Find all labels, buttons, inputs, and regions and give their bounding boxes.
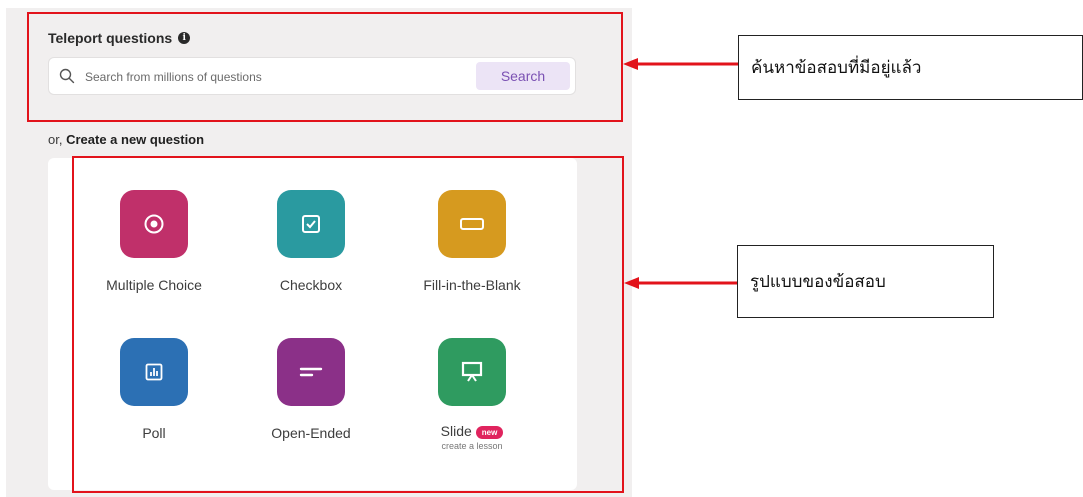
types-callout-arrow <box>624 277 740 289</box>
search-callout: ค้นหาข้อสอบที่มีอยู่แล้ว <box>738 35 1083 100</box>
create-question-heading: or, Create a new question <box>48 132 205 147</box>
search-callout-arrow <box>623 58 741 70</box>
types-callout: รูปแบบของข้อสอบ <box>737 245 994 318</box>
question-types-highlight-box <box>72 156 624 493</box>
search-highlight-box <box>27 12 623 122</box>
